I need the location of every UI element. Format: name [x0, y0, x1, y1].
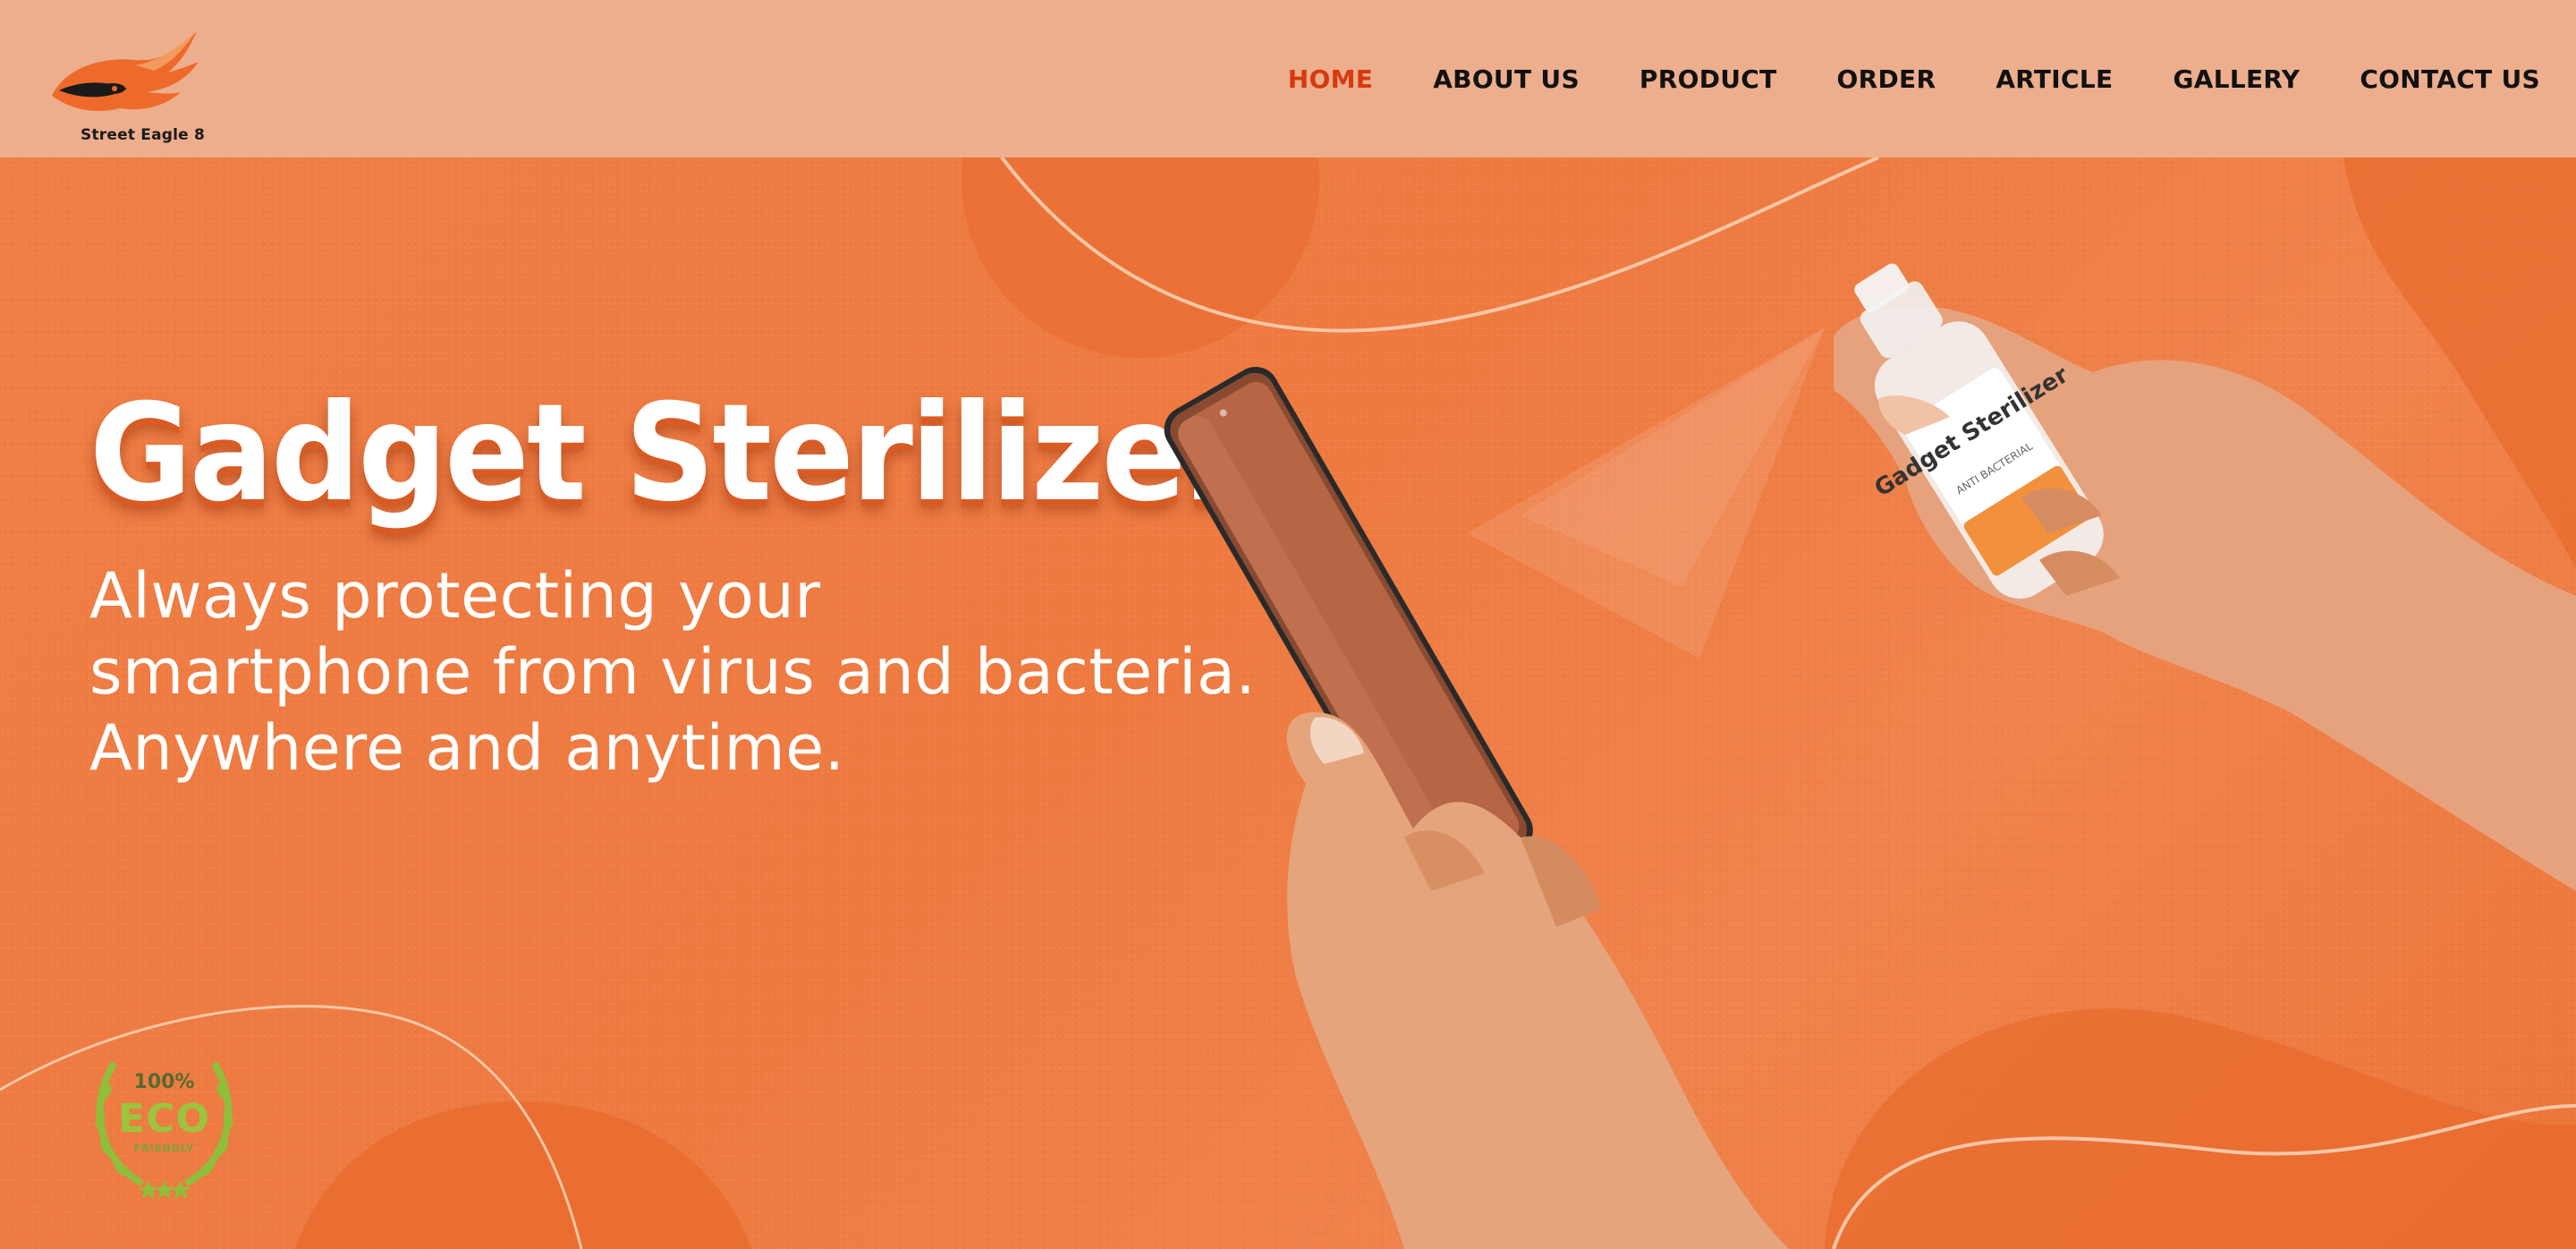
nav-product[interactable]: PRODUCT	[1640, 64, 1777, 94]
eco-friendly-badge: 100% ECO FRIENDLY	[86, 1057, 242, 1200]
logo[interactable]: Street Eagle 8	[47, 12, 208, 146]
logo-text: Street Eagle 8	[80, 126, 206, 144]
hero-banner: Gadget Sterilizer Always protecting your…	[0, 157, 2576, 1249]
eco-badge-label: ECO	[118, 1096, 210, 1142]
eco-badge-percent: 100%	[133, 1071, 195, 1093]
hand-spraying-bottle-image: Gadget Sterilizer ANTI BACTERIAL	[1834, 263, 2576, 891]
main-nav: HOME ABOUT US PRODUCT ORDER ARTICLE GALL…	[1288, 64, 2540, 94]
eco-badge-sublabel: FRIENDLY	[133, 1143, 195, 1154]
nav-home[interactable]: HOME	[1288, 64, 1373, 94]
site-header: Street Eagle 8 HOME ABOUT US PRODUCT ORD…	[0, 0, 2576, 157]
nav-order[interactable]: ORDER	[1837, 64, 1936, 94]
eagle-logo-icon	[52, 31, 199, 112]
hero-title: Gadget Sterilizer	[89, 376, 1245, 531]
nav-contact-us[interactable]: CONTACT US	[2360, 64, 2540, 94]
nav-gallery[interactable]: GALLERY	[2173, 64, 2300, 94]
nav-about-us[interactable]: ABOUT US	[1433, 64, 1580, 94]
nav-article[interactable]: ARTICLE	[1996, 64, 2113, 94]
